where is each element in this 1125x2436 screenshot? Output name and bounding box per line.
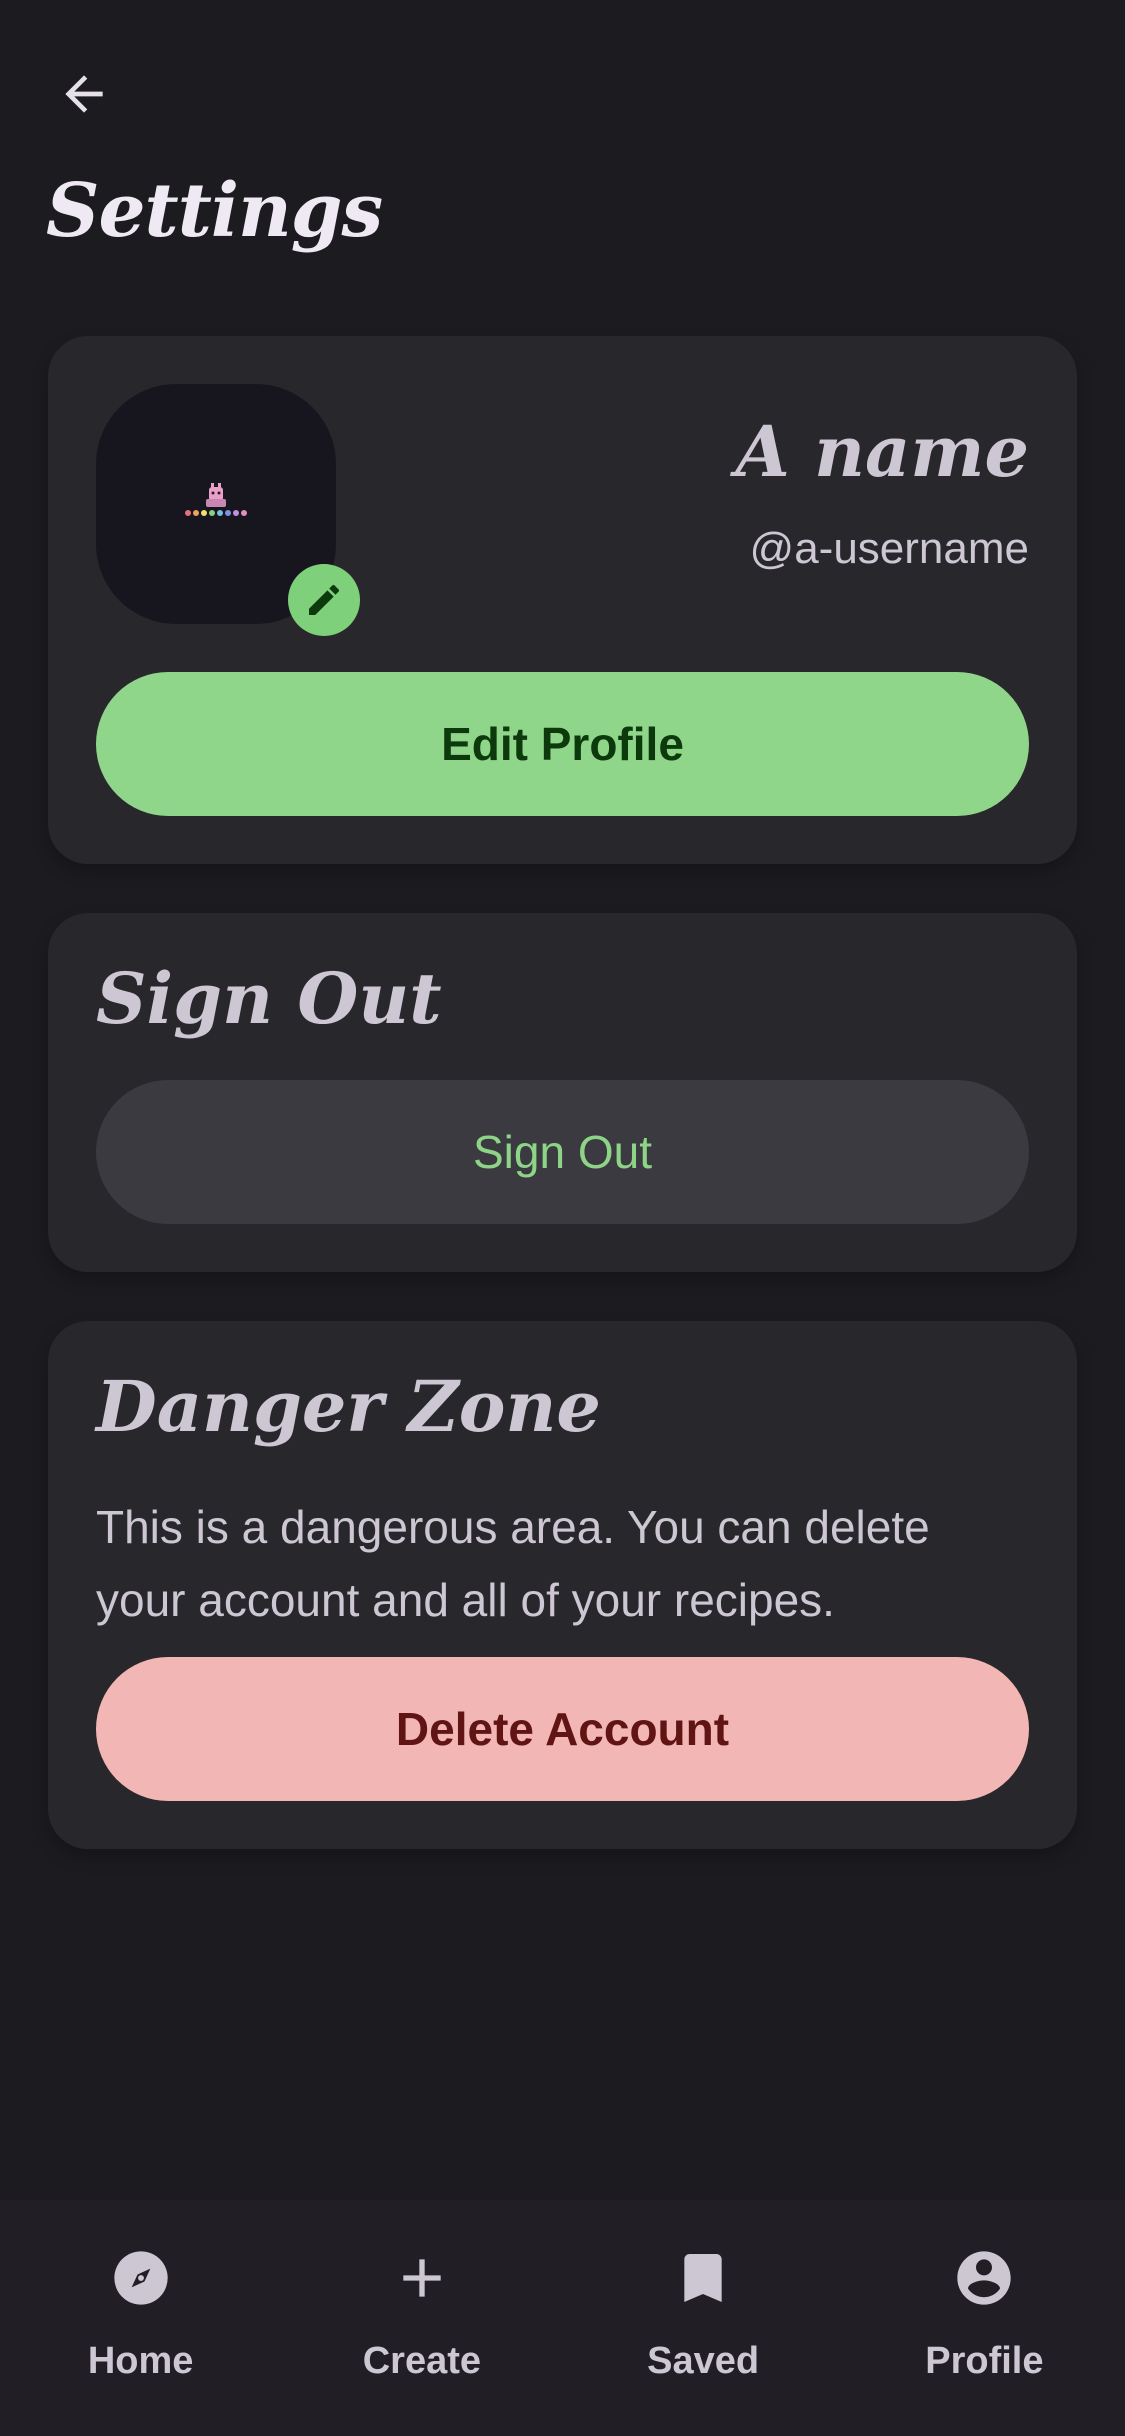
page-title: Settings [46,168,383,254]
sign-out-card: Sign Out Sign Out [48,913,1077,1272]
edit-profile-button[interactable]: Edit Profile [96,672,1029,816]
nav-item-create[interactable]: Create [281,2200,562,2436]
arrow-back-icon [65,75,103,113]
plus-icon [386,2242,458,2314]
nav-label-create: Create [362,2340,482,2382]
nav-label-saved: Saved [647,2340,760,2382]
nav-label-home: Home [87,2340,194,2382]
danger-zone-description: This is a dangerous area. You can delete… [96,1501,930,1626]
bookmark-icon [667,2242,739,2314]
nav-item-profile[interactable]: Profile [844,2200,1125,2436]
username: @a-username [749,524,1029,573]
danger-zone-card: Danger Zone This is a dangerous area. Yo… [48,1321,1077,1849]
profile-card: A name @a-username Edit Profile [48,336,1077,864]
nav-item-saved[interactable]: Saved [563,2200,844,2436]
nav-item-home[interactable]: Home [0,2200,281,2436]
bottom-navigation: Home Create Saved Profile [0,2200,1125,2436]
display-name: A name [735,410,1029,493]
back-button[interactable] [48,58,120,130]
compass-icon [105,2242,177,2314]
delete-account-button[interactable]: Delete Account [96,1657,1029,1801]
sign-out-title: Sign Out [96,957,442,1040]
edit-avatar-button[interactable] [288,564,360,636]
sign-out-button[interactable]: Sign Out [96,1080,1029,1224]
pencil-icon [309,584,340,615]
account-circle-icon [948,2242,1020,2314]
nav-label-profile: Profile [925,2340,1044,2382]
danger-zone-title: Danger Zone [96,1365,601,1448]
avatar-image [185,483,247,516]
